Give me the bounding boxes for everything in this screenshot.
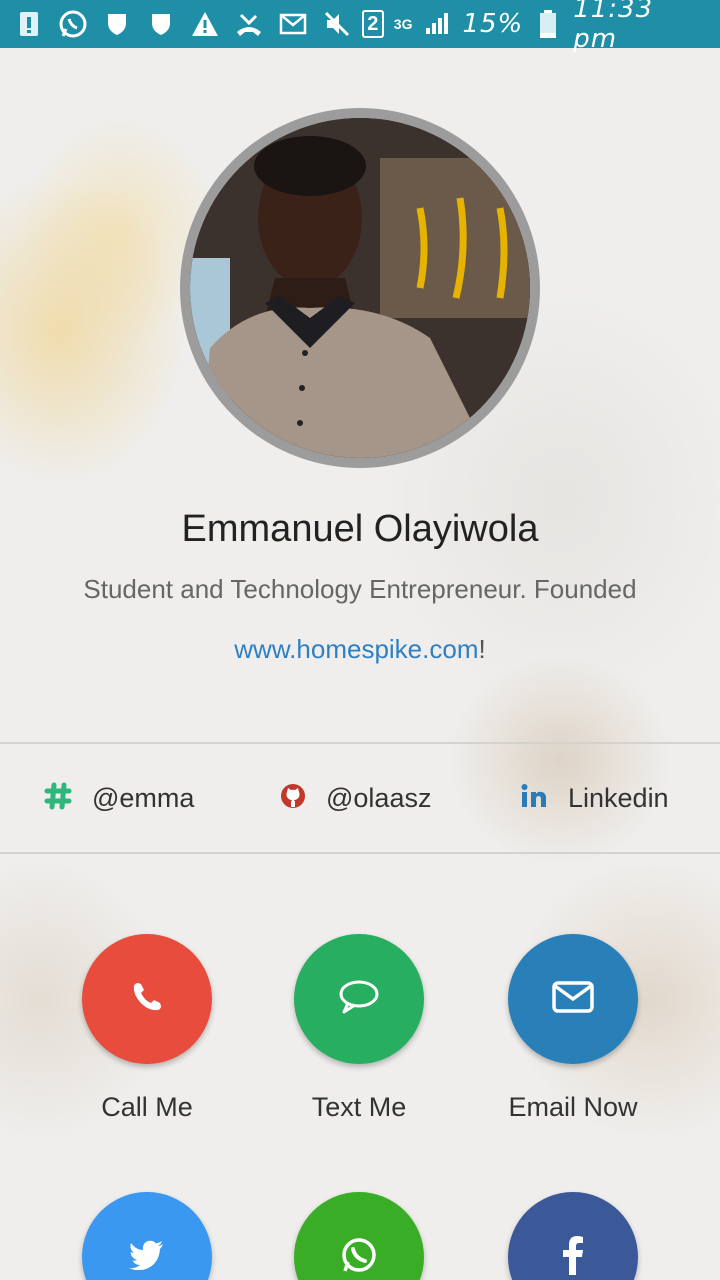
social-label: @emma: [92, 782, 195, 813]
status-bar: 2 3G 15% 11:33 pm: [0, 0, 720, 54]
social-label: @olaasz: [326, 782, 432, 813]
mail-icon: [278, 9, 308, 39]
text-button[interactable]: [294, 934, 424, 1064]
facebook-button[interactable]: [508, 1192, 638, 1280]
missed-call-icon: [234, 9, 264, 39]
facebook-action: [473, 1192, 673, 1280]
sim-slot-icon: 2: [361, 10, 384, 38]
envelope-icon: [552, 980, 594, 1018]
warning-icon: [190, 9, 220, 39]
email-label: Email Now: [508, 1092, 638, 1122]
social-label: Linkedin: [568, 782, 669, 813]
social-linkedin[interactable]: Linkedin: [520, 745, 669, 851]
whatsapp-button[interactable]: [294, 1192, 424, 1280]
profile-bio: Student and Technology Entrepreneur. Fou…: [83, 574, 637, 604]
website-link[interactable]: www.homespike.com: [234, 634, 478, 664]
facebook-icon: [562, 1235, 584, 1280]
network-type-label: 3G: [393, 16, 413, 32]
chat-bubble-icon: [338, 979, 380, 1020]
website-suffix: !: [478, 634, 486, 664]
whatsapp-notification-icon: [58, 9, 88, 39]
mute-icon: [322, 9, 352, 39]
twitter-action: [47, 1192, 247, 1280]
whatsapp-action: [259, 1192, 459, 1280]
battery-percent: 15%: [462, 9, 524, 39]
divider-bottom: [0, 852, 720, 854]
profile-website-line: www.homespike.com!: [0, 634, 720, 665]
social-links: @emma @olaasz Linkedin: [0, 745, 720, 851]
text-label: Text Me: [311, 1092, 407, 1122]
phone-icon: [130, 980, 164, 1019]
email-button[interactable]: [508, 934, 638, 1064]
text-action: Text Me: [259, 934, 459, 1123]
social-slack[interactable]: @emma: [44, 745, 194, 851]
shield-icon: [102, 9, 132, 39]
call-button[interactable]: [82, 934, 212, 1064]
clock: 11:33 pm: [573, 0, 654, 54]
social-github[interactable]: @olaasz: [280, 745, 431, 851]
battery-alert-icon: [14, 9, 44, 39]
github-icon: [280, 783, 306, 814]
signal-icon: [422, 9, 452, 39]
call-action: Call Me: [47, 934, 247, 1123]
shield-icon: [146, 9, 176, 39]
avatar: [180, 108, 540, 468]
whatsapp-icon: [340, 1236, 378, 1279]
twitter-icon: [129, 1240, 165, 1275]
battery-icon: [533, 9, 563, 39]
twitter-button[interactable]: [82, 1192, 212, 1280]
profile-photo: [190, 118, 530, 458]
profile-name: Emmanuel Olayiwola: [181, 508, 539, 550]
email-action: Email Now: [473, 934, 673, 1123]
linkedin-icon: [520, 783, 548, 814]
slack-hash-icon: [44, 782, 72, 815]
call-label: Call Me: [101, 1092, 193, 1122]
divider-top: [0, 742, 720, 744]
